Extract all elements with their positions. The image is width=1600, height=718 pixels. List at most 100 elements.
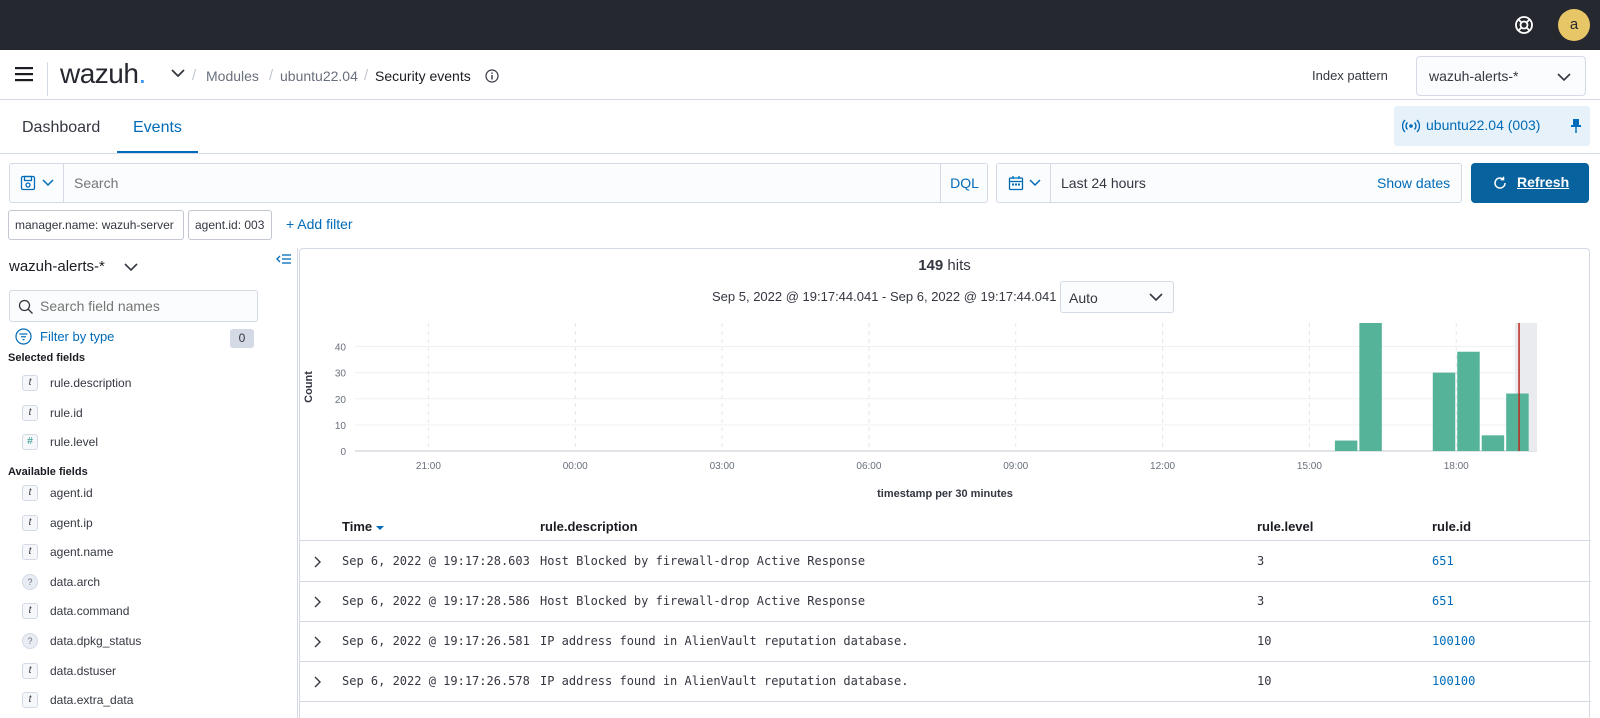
chevron-down-icon xyxy=(1149,293,1163,302)
pinned-agent-badge[interactable]: ubuntu22.04 (003) xyxy=(1394,106,1590,146)
sidebar-index-pattern[interactable]: wazuh-alerts-* xyxy=(9,258,105,275)
field-name: rule.level xyxy=(50,435,99,450)
show-dates-link[interactable]: Show dates xyxy=(1377,175,1450,191)
cell-time: Sep 6, 2022 @ 19:17:26.578 xyxy=(342,674,530,688)
expand-row-icon[interactable] xyxy=(313,596,321,608)
cell-rule-id[interactable]: 100100 xyxy=(1432,634,1475,648)
cell-rule-id[interactable]: 651 xyxy=(1432,554,1454,568)
add-filter-button[interactable]: + Add filter xyxy=(286,216,353,232)
app-header: wazuh. / Modules / ubuntu22.04 / Securit… xyxy=(0,50,1600,100)
refresh-button[interactable]: Refresh xyxy=(1471,163,1589,203)
hamburger-menu-icon[interactable] xyxy=(15,66,33,82)
calendar-icon xyxy=(1008,176,1024,191)
cell-rule-level: 3 xyxy=(1257,594,1265,608)
wazuh-logo[interactable]: wazuh. xyxy=(60,58,146,90)
string-type-icon: t xyxy=(22,485,38,501)
string-type-icon: t xyxy=(22,544,38,561)
cell-rule-id[interactable]: 651 xyxy=(1432,594,1454,608)
histogram-bar xyxy=(1457,351,1480,451)
cell-rule-id[interactable]: 100100 xyxy=(1432,674,1475,688)
chevron-down-icon xyxy=(42,179,54,187)
string-type-icon: t xyxy=(22,404,38,421)
top-bar: a xyxy=(0,0,1600,50)
module-tabs: Dashboard Events ubuntu22.04 (003) xyxy=(0,100,1600,154)
string-type-icon: t xyxy=(22,692,38,709)
query-language-button[interactable]: DQL xyxy=(940,164,988,202)
quick-date-menu-button[interactable] xyxy=(997,164,1051,202)
table-row: Sep 6, 2022 @ 19:17:26.581 IP address fou… xyxy=(300,622,1591,662)
y-tick-label: 0 xyxy=(340,447,346,458)
breadcrumb-modules[interactable]: Modules xyxy=(206,68,259,84)
events-histogram: 0 10 20 30 40 21:00 00:00 03:00 06:00 09:00 12:00 1… xyxy=(303,323,1537,500)
number-type-icon: # xyxy=(22,434,38,451)
filter-pill-manager[interactable]: manager.name: wazuh-server xyxy=(8,210,184,240)
filter-pill-agent[interactable]: agent.id: 003 xyxy=(188,210,272,240)
chevron-down-icon xyxy=(1557,73,1571,82)
cell-time: Sep 6, 2022 @ 19:17:28.603 xyxy=(342,554,530,568)
histogram-bar xyxy=(1432,372,1456,451)
x-tick-label: 06:00 xyxy=(856,461,881,472)
query-bar: DQL xyxy=(9,163,988,203)
field-name: rule.description xyxy=(50,376,132,390)
search-input[interactable] xyxy=(74,175,914,191)
saved-query-button[interactable] xyxy=(10,164,64,202)
save-icon xyxy=(20,175,36,191)
string-type-icon: t xyxy=(22,514,38,531)
expand-row-icon[interactable] xyxy=(313,556,321,568)
chevron-down-icon[interactable] xyxy=(124,263,138,272)
index-pattern-label: Index pattern xyxy=(1312,68,1388,83)
field-search-input[interactable] xyxy=(40,298,250,314)
x-tick-label: 18:00 xyxy=(1444,461,1469,472)
column-header-rule-level[interactable]: rule.level xyxy=(1257,519,1313,534)
y-tick-label: 40 xyxy=(335,343,347,354)
pinned-agent-label: ubuntu22.04 (003) xyxy=(1426,117,1541,133)
chevron-down-icon[interactable] xyxy=(170,67,186,79)
cell-rule-level: 10 xyxy=(1257,674,1272,688)
histogram-bar xyxy=(1506,393,1529,451)
index-pattern-select[interactable]: wazuh-alerts-* xyxy=(1416,56,1586,96)
field-name: agent.name xyxy=(50,545,114,560)
histogram-bar xyxy=(1481,435,1505,451)
tab-events[interactable]: Events xyxy=(133,119,182,137)
hits-count: 149 hits xyxy=(918,257,971,274)
y-tick-label: 20 xyxy=(335,395,347,406)
interval-value: Auto xyxy=(1069,290,1098,306)
selected-fields-title: Selected fields xyxy=(8,352,86,364)
breadcrumb-agent[interactable]: ubuntu22.04 xyxy=(280,68,358,84)
field-name: agent.ip xyxy=(50,515,93,530)
expand-row-icon[interactable] xyxy=(313,636,321,648)
breadcrumb-separator: / xyxy=(364,67,369,84)
cell-rule-level: 10 xyxy=(1257,634,1272,648)
x-tick-label: 21:00 xyxy=(416,461,441,472)
breadcrumb-separator: / xyxy=(269,67,274,84)
string-type-icon: t xyxy=(22,662,38,679)
x-tick-label: 03:00 xyxy=(710,461,735,472)
available-fields-title: Available fields xyxy=(8,466,88,478)
pin-icon[interactable] xyxy=(1570,118,1582,134)
field-name: rule.id xyxy=(50,405,83,420)
chevron-down-icon xyxy=(1029,179,1041,187)
cell-time: Sep 6, 2022 @ 19:17:28.586 xyxy=(342,594,530,608)
collapse-sidebar-icon[interactable] xyxy=(276,252,292,266)
x-axis-title: timestamp per 30 minutes xyxy=(877,488,1013,500)
expand-row-icon[interactable] xyxy=(313,676,321,688)
histogram-bar xyxy=(1334,440,1358,451)
sort-descending-icon xyxy=(375,526,384,530)
column-header-rule-description[interactable]: rule.description xyxy=(540,519,638,534)
date-range-text[interactable]: Last 24 hours xyxy=(1061,175,1146,191)
y-tick-label: 10 xyxy=(335,421,347,432)
tab-dashboard[interactable]: Dashboard xyxy=(22,119,100,137)
column-header-rule-id[interactable]: rule.id xyxy=(1432,519,1471,534)
user-avatar[interactable]: a xyxy=(1558,9,1590,41)
x-tick-label: 15:00 xyxy=(1297,461,1322,472)
refresh-icon xyxy=(1494,176,1506,189)
table-row: Sep 6, 2022 @ 19:17:26.578 IP address fou… xyxy=(300,662,1591,702)
filter-icon xyxy=(15,328,32,345)
info-icon[interactable] xyxy=(485,69,499,83)
refresh-label: Refresh xyxy=(1517,174,1570,190)
interval-select[interactable]: Auto xyxy=(1060,281,1174,313)
help-lifebuoy-icon[interactable] xyxy=(1514,15,1534,35)
field-name: data.dpkg_status xyxy=(50,634,142,648)
column-header-time[interactable]: Time xyxy=(342,519,384,534)
histogram-time-range: Sep 5, 2022 @ 19:17:44.041 - Sep 6, 2022… xyxy=(712,289,1057,304)
